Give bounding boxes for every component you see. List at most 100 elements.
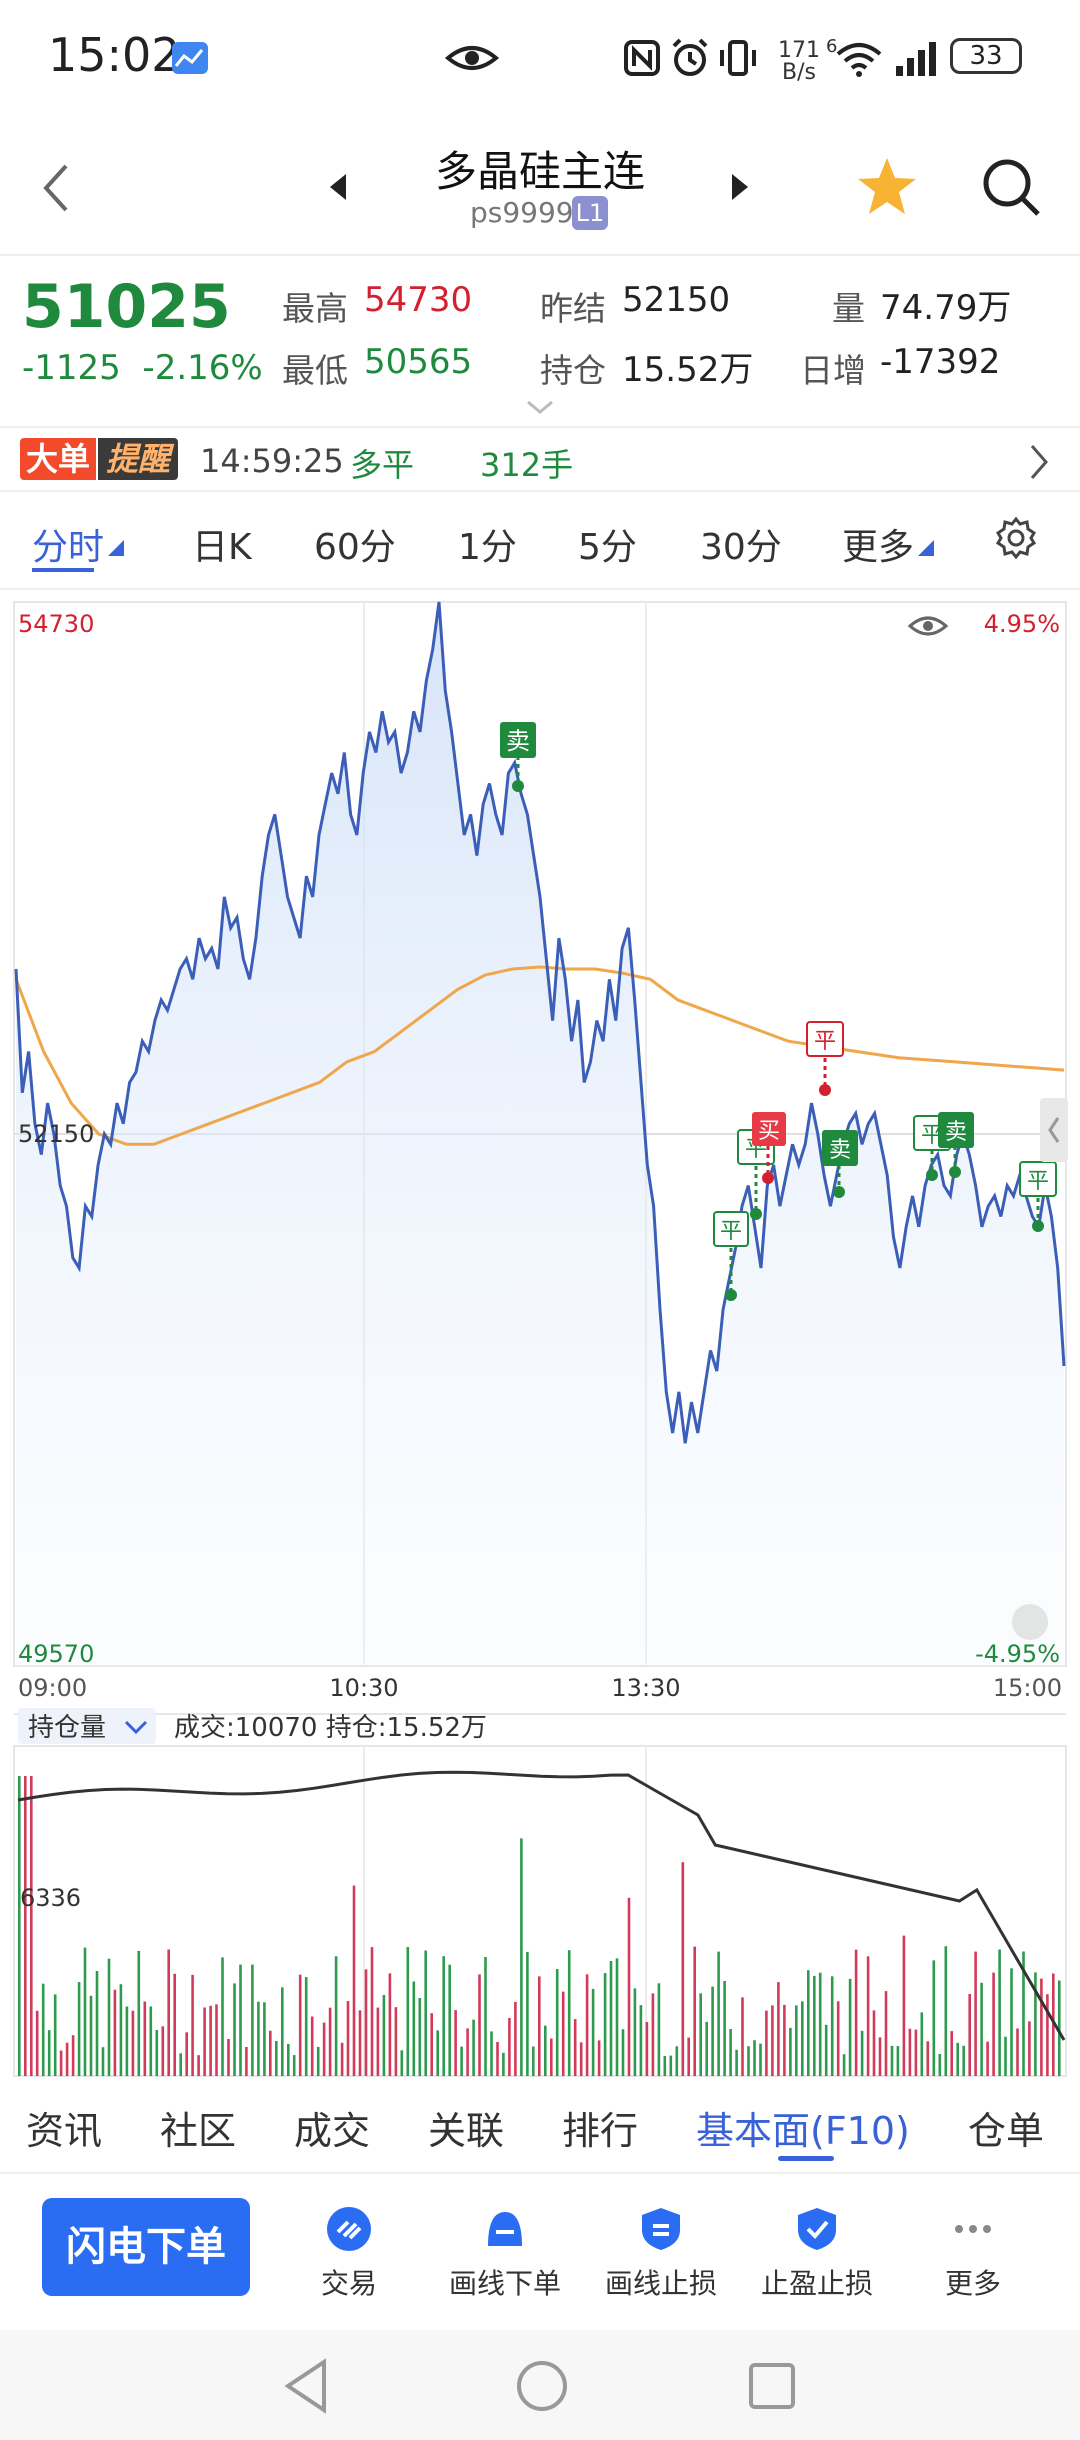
tab-5[interactable]: 30分 — [700, 518, 782, 570]
more-dots-icon[interactable] — [950, 2206, 996, 2252]
intraday-chart[interactable]: 卖 平 平 买 平 卖 平 卖 平 54730 52150 49570 4.95… — [0, 590, 1080, 2080]
volume-bar — [71, 2035, 75, 2076]
favorite-star-icon[interactable] — [854, 154, 920, 220]
header-divider — [0, 254, 1080, 256]
volume-bar — [639, 2005, 643, 2076]
nav-home-icon[interactable] — [514, 2358, 570, 2414]
volume-bar — [388, 1973, 392, 2076]
volume-bar — [920, 2012, 924, 2076]
action-draw-order[interactable]: 画线下单 — [430, 2262, 580, 2302]
high-value: 54730 — [364, 280, 473, 320]
action-trade[interactable]: 交易 — [274, 2262, 424, 2302]
volume-bar — [944, 1946, 948, 2076]
next-contract-icon[interactable] — [730, 172, 750, 202]
nav-recents-icon[interactable] — [746, 2360, 798, 2412]
volume-bar — [1016, 2028, 1019, 2076]
nav-back-icon[interactable] — [282, 2358, 330, 2414]
volume-bar — [609, 1961, 613, 2076]
quote-divider — [0, 426, 1080, 428]
svg-text:买: 买 — [758, 1119, 780, 1144]
action-take-profit-stop-loss[interactable]: 止盈止损 — [742, 2262, 892, 2302]
draw-stop-loss-icon[interactable] — [638, 2206, 684, 2252]
sub-indicator-selector[interactable]: 持仓量 — [18, 1708, 156, 1744]
volume-bar — [651, 1993, 655, 2076]
action-more[interactable]: 更多 — [898, 2262, 1048, 2302]
trade-icon[interactable] — [326, 2206, 372, 2252]
bottom-tab-3[interactable]: 关联 — [428, 2100, 504, 2155]
alert-divider — [0, 490, 1080, 492]
volume-bar — [914, 2029, 918, 2076]
alert-tag-remind: 提醒 — [98, 438, 179, 480]
volume-bar — [376, 2007, 380, 2076]
search-icon[interactable] — [980, 156, 1042, 218]
trade-marker-close-3[interactable]: 平 — [806, 1021, 844, 1096]
volume-bar — [818, 1972, 822, 2076]
volume-bar — [753, 2040, 756, 2076]
bottom-tab-2[interactable]: 成交 — [294, 2100, 370, 2155]
volume-bar — [155, 2030, 159, 2076]
volume-bar — [836, 2001, 840, 2076]
expand-chevron-icon[interactable] — [524, 398, 556, 416]
volume-bar — [908, 2028, 912, 2076]
volume-bar — [705, 2021, 708, 2076]
alarm-icon — [672, 38, 708, 76]
volume-bar — [221, 1957, 224, 2076]
volume-bar — [35, 2010, 39, 2076]
volume-bar — [723, 1981, 726, 2076]
volume-bar — [47, 2030, 51, 2076]
bottom-tab-0[interactable]: 资讯 — [26, 2100, 102, 2155]
volume-bar — [555, 1969, 559, 2076]
reset-zoom-icon[interactable] — [1012, 1604, 1048, 1640]
volume-bar — [251, 1964, 254, 2076]
tab-6[interactable]: 更多 — [842, 518, 914, 570]
tab-2[interactable]: 60分 — [314, 518, 396, 570]
volume-bar — [824, 2024, 828, 2076]
volume-bar — [627, 1897, 631, 2076]
chart-eye-icon[interactable] — [907, 616, 949, 636]
volume-bar — [514, 2001, 517, 2076]
volume-bar — [801, 2001, 804, 2076]
tab-4[interactable]: 5分 — [578, 518, 637, 570]
net-speed: 171 B/s — [778, 38, 820, 85]
take-profit-stop-loss-icon[interactable] — [794, 2206, 840, 2252]
bottom-tab-1[interactable]: 社区 — [160, 2100, 236, 2155]
action-draw-stop-loss[interactable]: 画线止损 — [586, 2262, 736, 2302]
volume-bar — [406, 1947, 410, 2076]
settings-gear-icon[interactable] — [994, 516, 1038, 560]
volume-bar — [65, 2042, 69, 2076]
alert-arrow-icon[interactable] — [1026, 442, 1052, 482]
volume-bar — [633, 1988, 637, 2076]
volume-bar — [508, 2018, 511, 2076]
open-interest-value: 15.52万 — [622, 350, 754, 390]
volume-bar — [998, 1949, 1001, 2076]
volume-bar — [735, 2049, 738, 2076]
volume-bar — [878, 2037, 882, 2076]
volume-bar — [526, 1951, 529, 2076]
flash-order-button[interactable]: 闪电下单 — [42, 2198, 250, 2296]
volume-bar — [310, 2016, 314, 2076]
last-price: 51025 — [22, 272, 231, 342]
tab-1[interactable]: 日K — [192, 518, 252, 570]
volume-bar — [370, 1947, 374, 2076]
bottom-tab-6[interactable]: 仓单 — [968, 2100, 1044, 2155]
volume-bar — [442, 1956, 445, 2076]
sub-axis-label: 6336 — [20, 1884, 81, 1912]
volume-bar — [669, 2055, 673, 2076]
volume-bar — [591, 1988, 595, 2076]
volume-bars — [18, 1776, 1061, 2076]
volume-bar — [167, 1949, 170, 2076]
trade-marker-sell-1[interactable]: 卖 — [500, 722, 536, 792]
volume-bar — [1010, 1968, 1013, 2076]
volume-bar — [185, 2032, 188, 2076]
volume-bar — [334, 1956, 338, 2076]
x-tick: 13:30 — [611, 1674, 680, 1702]
bottom-tab-5[interactable]: 基本面(F10) — [696, 2100, 910, 2155]
volume-bar — [1028, 2021, 1031, 2076]
volume-bar — [472, 2019, 475, 2076]
tab-0[interactable]: 分时 — [32, 518, 104, 570]
bottom-tab-4[interactable]: 排行 — [562, 2100, 638, 2155]
draw-order-icon[interactable] — [482, 2206, 528, 2252]
volume-bar — [956, 2042, 959, 2076]
side-panel-handle[interactable] — [1040, 1098, 1068, 1162]
tab-3[interactable]: 1分 — [458, 518, 517, 570]
